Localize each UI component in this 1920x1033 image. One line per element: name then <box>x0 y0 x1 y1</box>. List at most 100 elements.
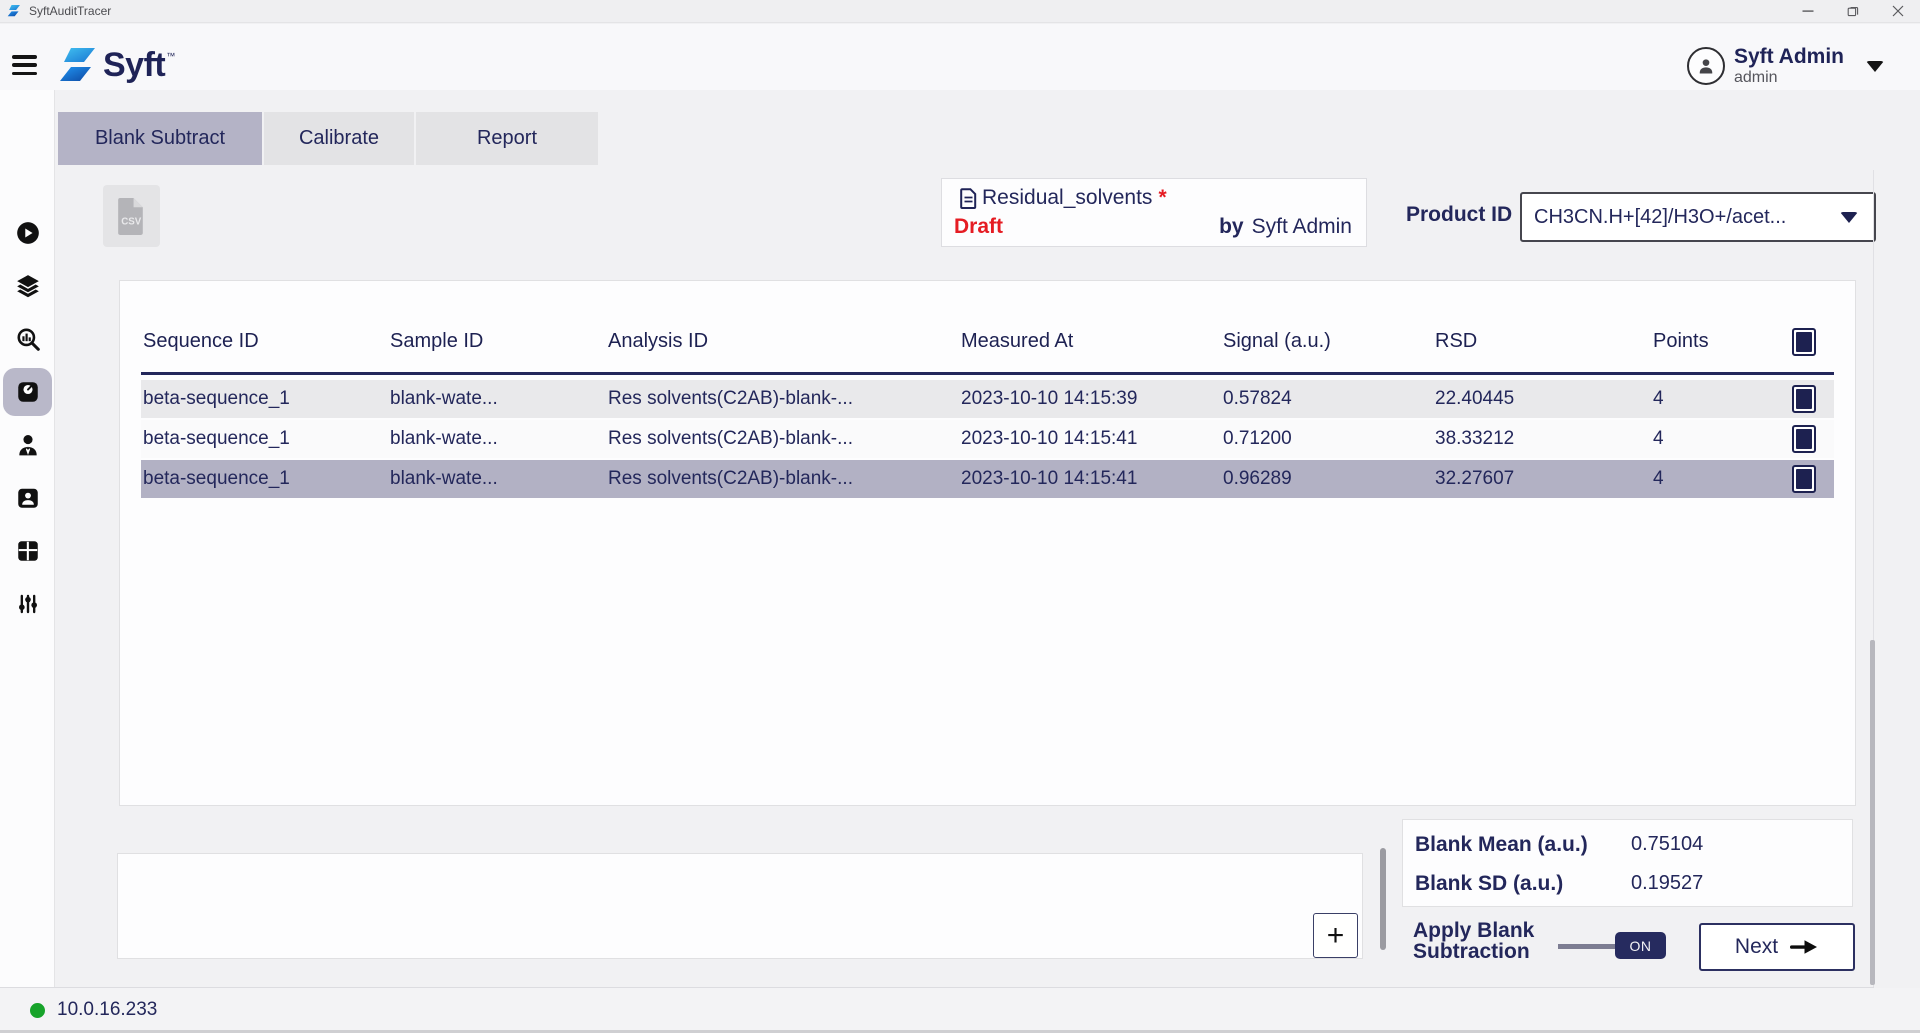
tab-calibrate[interactable]: Calibrate <box>264 112 414 165</box>
blank-summary-card: Blank Mean (a.u.) 0.75104 Blank SD (a.u.… <box>1402 819 1853 907</box>
sidebar-item-admin[interactable] <box>3 421 52 469</box>
sidebar-item-run[interactable] <box>3 209 52 257</box>
add-button[interactable]: + <box>1313 913 1358 958</box>
apply-blank-toggle[interactable]: ON <box>1558 930 1668 962</box>
maximize-restore-button[interactable] <box>1830 0 1875 22</box>
toggle-knob-on[interactable]: ON <box>1615 932 1666 959</box>
play-circle-icon <box>15 220 41 246</box>
row-checkbox[interactable] <box>1792 425 1816 453</box>
table-row[interactable]: beta-sequence_1 blank-wate... Res solven… <box>141 420 1834 458</box>
app-logo-icon <box>7 4 21 18</box>
minimize-button[interactable] <box>1785 0 1830 22</box>
brand-name: Syft <box>103 46 165 85</box>
sidebar-item-blank-subtract[interactable] <box>3 368 52 416</box>
sidebar-nav <box>0 90 55 987</box>
table-grid-icon <box>15 538 41 564</box>
measurements-table-card: Sequence ID Sample ID Analysis ID Measur… <box>119 280 1856 806</box>
document-info-card: Residual_solvents * Draft by Syft Admin <box>941 178 1367 247</box>
cell-signal: 0.71200 <box>1221 428 1433 450</box>
status-bar: 10.0.16.233 <box>0 988 1920 1030</box>
search-stats-icon <box>15 326 41 352</box>
cell-measured-at: 2023-10-10 14:15:41 <box>959 468 1221 490</box>
instrument-ip-address: 10.0.16.233 <box>57 999 157 1021</box>
toggle-track <box>1558 944 1620 949</box>
main-scrollbar-thumb[interactable] <box>1870 640 1875 985</box>
tab-report[interactable]: Report <box>416 112 598 165</box>
document-name: Residual_solvents <box>982 186 1152 210</box>
table-header-row: Sequence ID Sample ID Analysis ID Measur… <box>141 311 1834 375</box>
cell-sequence-id: beta-sequence_1 <box>141 428 388 450</box>
sidebar-item-data-table[interactable] <box>3 527 52 575</box>
cell-signal: 0.57824 <box>1221 388 1433 410</box>
svg-text:CSV: CSV <box>121 216 142 227</box>
blank-mean-label: Blank Mean (a.u.) <box>1415 833 1631 857</box>
user-menu[interactable]: Syft Admin admin <box>1687 44 1884 88</box>
cell-measured-at: 2023-10-10 14:15:41 <box>959 428 1221 450</box>
product-id-value: CH3CN.H+[42]/H3O+/acet... <box>1534 206 1840 229</box>
table-row[interactable]: beta-sequence_1 blank-wate... Res solven… <box>141 380 1834 418</box>
cell-points: 4 <box>1651 428 1774 450</box>
sidebar-item-settings[interactable] <box>3 580 52 628</box>
column-header: Sequence ID <box>141 330 388 353</box>
syft-logo: Syft ™ <box>58 44 175 86</box>
document-status-badge: Draft <box>954 215 1003 239</box>
column-header: Signal (a.u.) <box>1221 330 1433 353</box>
next-button[interactable]: Next <box>1699 923 1855 971</box>
tab-blank-subtract[interactable]: Blank Subtract <box>58 112 262 165</box>
column-header: Analysis ID <box>606 330 959 353</box>
document-icon <box>960 188 977 209</box>
cell-rsd: 22.40445 <box>1433 388 1651 410</box>
cell-rsd: 32.27607 <box>1433 468 1651 490</box>
row-checkbox[interactable] <box>1792 385 1816 413</box>
csv-file-icon: CSV <box>116 197 147 236</box>
by-label: by <box>1219 215 1244 238</box>
document-author: Syft Admin <box>1252 215 1352 238</box>
avatar <box>1687 47 1725 85</box>
blank-sd-label: Blank SD (a.u.) <box>1415 872 1631 896</box>
menu-icon[interactable] <box>12 55 38 75</box>
user-role: admin <box>1734 69 1844 87</box>
close-icon[interactable] <box>1875 0 1920 22</box>
row-checkbox[interactable] <box>1792 465 1816 493</box>
product-id-select[interactable]: CH3CN.H+[42]/H3O+/acet... <box>1520 192 1876 242</box>
window-title: SyftAuditTracer <box>29 4 111 18</box>
trademark-mark: ™ <box>166 51 175 61</box>
window-controls <box>1785 0 1920 23</box>
app-header <box>0 24 1920 90</box>
product-id-label: Product ID <box>1406 203 1512 227</box>
apply-blank-subtraction-label: Apply Blank Subtraction <box>1413 920 1534 962</box>
title-bar: SyftAuditTracer <box>0 0 1920 23</box>
cell-measured-at: 2023-10-10 14:15:39 <box>959 388 1221 410</box>
cell-sequence-id: beta-sequence_1 <box>141 388 388 410</box>
cell-points: 4 <box>1651 468 1774 490</box>
export-csv-button[interactable]: CSV <box>103 185 160 247</box>
sidebar-item-contacts[interactable] <box>3 474 52 522</box>
cell-analysis-id: Res solvents(C2AB)-blank-... <box>606 388 959 410</box>
cell-points: 4 <box>1651 388 1774 410</box>
connection-status-icon <box>30 1003 45 1018</box>
chevron-down-icon <box>1840 212 1858 223</box>
column-header: RSD <box>1433 330 1651 353</box>
document-author-line: by Syft Admin <box>1219 215 1352 239</box>
cell-sample-id: blank-wate... <box>388 428 606 450</box>
sidebar-item-sequences[interactable] <box>3 262 52 310</box>
column-header: Measured At <box>959 330 1221 353</box>
cell-rsd: 38.33212 <box>1433 428 1651 450</box>
sidebar-item-analysis-search[interactable] <box>3 315 52 363</box>
column-header: Sample ID <box>388 330 606 353</box>
notes-panel <box>117 853 1363 959</box>
chevron-down-icon <box>1866 61 1884 72</box>
panel-scrollbar[interactable] <box>1380 848 1386 950</box>
cell-sample-id: blank-wate... <box>388 388 606 410</box>
user-icon <box>1696 56 1716 76</box>
arrow-right-icon <box>1789 939 1819 955</box>
select-all-checkbox[interactable] <box>1792 328 1816 356</box>
layers-icon <box>15 273 41 299</box>
cell-signal: 0.96289 <box>1221 468 1433 490</box>
user-name: Syft Admin <box>1734 45 1844 69</box>
table-row-selected[interactable]: beta-sequence_1 blank-wate... Res solven… <box>141 460 1834 498</box>
cell-analysis-id: Res solvents(C2AB)-blank-... <box>606 468 959 490</box>
cell-analysis-id: Res solvents(C2AB)-blank-... <box>606 428 959 450</box>
required-asterisk: * <box>1158 186 1166 210</box>
cell-sample-id: blank-wate... <box>388 468 606 490</box>
